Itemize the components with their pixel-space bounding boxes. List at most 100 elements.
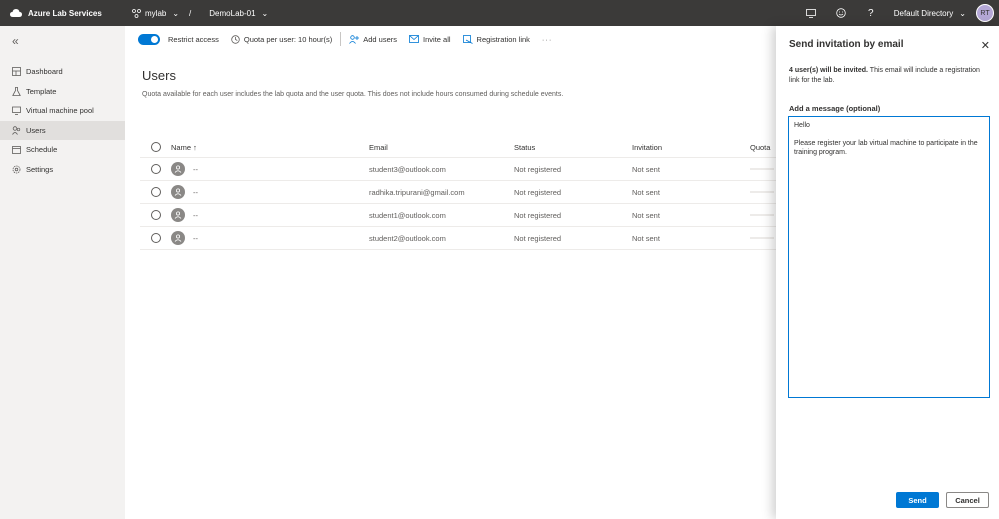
vm-pool-icon bbox=[12, 106, 21, 116]
more-options-button[interactable]: ··· bbox=[542, 35, 553, 44]
user-avatar-icon bbox=[171, 208, 185, 222]
quota-bar bbox=[750, 168, 774, 170]
quota-per-user-button[interactable]: Quota per user: 10 hour(s) bbox=[231, 35, 332, 44]
user-avatar[interactable]: RT bbox=[976, 4, 994, 22]
sidebar-item-template[interactable]: Template bbox=[0, 82, 125, 102]
feedback-monitor-icon[interactable] bbox=[796, 8, 826, 18]
sidebar-nav: Dashboard Template Virtual machine pool … bbox=[0, 62, 125, 179]
message-label: Add a message (optional) bbox=[789, 104, 881, 113]
quota-bar bbox=[750, 237, 774, 239]
column-email[interactable]: Email bbox=[369, 143, 514, 152]
panel-footer: Send Cancel bbox=[776, 492, 999, 508]
user-name: -- bbox=[193, 187, 198, 197]
panel-title: Send invitation by email bbox=[789, 39, 904, 50]
directory-selector[interactable]: Default Directory ⌄ bbox=[894, 9, 966, 18]
lab-name: DemoLab-01 bbox=[209, 8, 256, 18]
user-email: student3@outlook.com bbox=[369, 164, 446, 174]
azure-lab-cloud-icon bbox=[10, 9, 22, 17]
table-row[interactable]: -- student2@outlook.com Not registered N… bbox=[140, 227, 780, 250]
top-bar: Azure Lab Services mylab ⌄ / DemoLab-01 … bbox=[0, 0, 999, 26]
user-status: Not registered bbox=[514, 187, 562, 197]
page-description: Quota available for each user includes t… bbox=[142, 91, 564, 98]
sidebar-item-label: Virtual machine pool bbox=[26, 106, 94, 116]
column-status[interactable]: Status bbox=[514, 143, 632, 152]
user-status: Not registered bbox=[514, 233, 562, 243]
invite-all-label: Invite all bbox=[423, 34, 451, 44]
add-users-label: Add users bbox=[363, 34, 398, 44]
user-avatar-icon bbox=[171, 162, 185, 176]
row-select-checkbox[interactable] bbox=[150, 164, 161, 174]
send-button[interactable]: Send bbox=[896, 492, 939, 508]
table-row[interactable]: -- student3@outlook.com Not registered N… bbox=[140, 158, 780, 181]
sidebar-item-label: Dashboard bbox=[26, 67, 63, 77]
divider bbox=[340, 32, 342, 46]
help-icon[interactable]: ? bbox=[856, 8, 886, 19]
user-invitation: Not sent bbox=[632, 164, 660, 174]
column-invitation[interactable]: Invitation bbox=[632, 143, 750, 152]
breadcrumb: mylab ⌄ / DemoLab-01 ⌄ bbox=[124, 9, 268, 18]
sidebar-item-schedule[interactable]: Schedule bbox=[0, 140, 125, 160]
restrict-access-toggle[interactable] bbox=[138, 33, 160, 45]
schedule-icon bbox=[12, 146, 21, 155]
dashboard-icon bbox=[12, 67, 21, 77]
lab-plan-selector[interactable]: mylab ⌄ bbox=[132, 9, 179, 18]
invite-count: 4 user(s) will be invited. bbox=[789, 67, 868, 74]
sidebar-item-settings[interactable]: Settings bbox=[0, 160, 125, 180]
quota-bar bbox=[750, 214, 774, 216]
breadcrumb-separator: / bbox=[189, 8, 192, 18]
sidebar-item-label: Settings bbox=[26, 164, 54, 174]
user-invitation: Not sent bbox=[632, 187, 660, 197]
invite-all-button[interactable]: Invite all bbox=[409, 35, 451, 44]
sidebar-item-label: Users bbox=[26, 125, 46, 135]
send-invitation-panel: Send invitation by email ✕ 4 user(s) wil… bbox=[776, 26, 999, 519]
user-email: student1@outlook.com bbox=[369, 210, 446, 220]
lab-selector[interactable]: DemoLab-01 ⌄ bbox=[209, 9, 268, 18]
add-users-button[interactable]: Add users bbox=[349, 35, 397, 44]
user-name: -- bbox=[193, 233, 198, 243]
user-status: Not registered bbox=[514, 210, 562, 220]
lab-plan-name: mylab bbox=[145, 8, 167, 18]
sidebar-item-dashboard[interactable]: Dashboard bbox=[0, 62, 125, 82]
sidebar: « Dashboard Template Virtual machine poo… bbox=[0, 26, 125, 519]
chevron-down-icon: ⌄ bbox=[172, 8, 180, 18]
table-header: Name ↑ Email Status Invitation Quota bbox=[140, 137, 780, 158]
mail-icon bbox=[409, 35, 419, 43]
sidebar-item-label: Schedule bbox=[26, 145, 58, 155]
sidebar-item-vm-pool[interactable]: Virtual machine pool bbox=[0, 101, 125, 121]
user-name: -- bbox=[193, 164, 198, 174]
sidebar-item-users[interactable]: Users bbox=[0, 120, 125, 140]
quota-label: Quota per user: 10 hour(s) bbox=[243, 34, 333, 44]
user-avatar-icon bbox=[171, 185, 185, 199]
user-email: radhika.tripurani@gmail.com bbox=[369, 187, 465, 197]
registration-link-button[interactable]: Registration link bbox=[462, 34, 530, 44]
command-bar: Restrict access Quota per user: 10 hour(… bbox=[138, 31, 564, 47]
user-email: student2@outlook.com bbox=[369, 233, 446, 243]
message-line: Please register your lab virtual machine… bbox=[794, 140, 980, 156]
sidebar-item-label: Template bbox=[26, 86, 57, 96]
row-select-checkbox[interactable] bbox=[150, 233, 161, 243]
table-row[interactable]: -- radhika.tripurani@gmail.com Not regis… bbox=[140, 181, 780, 204]
page-title: Users bbox=[142, 68, 176, 83]
users-icon bbox=[12, 126, 21, 135]
collapse-sidebar-icon[interactable]: « bbox=[12, 34, 19, 48]
row-select-checkbox[interactable] bbox=[150, 187, 161, 197]
app-brand[interactable]: Azure Lab Services bbox=[0, 8, 124, 18]
select-all-checkbox[interactable] bbox=[150, 142, 161, 152]
user-status: Not registered bbox=[514, 164, 562, 174]
registration-link-label: Registration link bbox=[476, 34, 530, 44]
lab-plan-icon bbox=[132, 8, 141, 18]
user-name: -- bbox=[193, 210, 198, 220]
smiley-feedback-icon[interactable] bbox=[826, 8, 856, 18]
row-select-checkbox[interactable] bbox=[150, 210, 161, 220]
add-users-icon bbox=[349, 34, 360, 44]
chevron-down-icon: ⌄ bbox=[261, 8, 269, 18]
close-icon[interactable]: ✕ bbox=[981, 39, 990, 52]
template-flask-icon bbox=[12, 86, 21, 96]
column-name[interactable]: Name ↑ bbox=[171, 143, 369, 152]
user-invitation: Not sent bbox=[632, 233, 660, 243]
directory-name: Default Directory bbox=[893, 8, 954, 18]
table-row[interactable]: -- student1@outlook.com Not registered N… bbox=[140, 204, 780, 227]
app-name: Azure Lab Services bbox=[28, 8, 102, 18]
message-textarea[interactable]: Hello Please register your lab virtual ma… bbox=[788, 116, 990, 398]
cancel-button[interactable]: Cancel bbox=[946, 492, 989, 508]
